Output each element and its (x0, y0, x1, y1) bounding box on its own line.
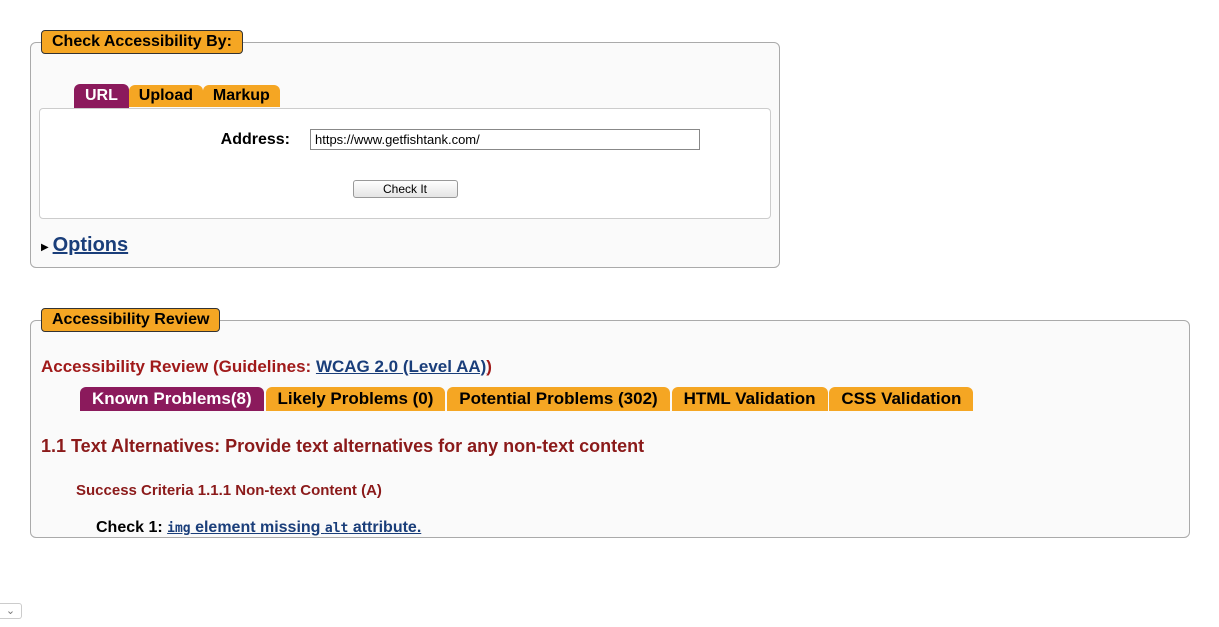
address-input[interactable] (310, 129, 700, 150)
chevron-down-icon[interactable]: ⌄ (0, 603, 22, 619)
url-tab-panel: Address: Check It (39, 108, 771, 219)
check-line: Check 1: img element missing alt attribu… (96, 519, 1189, 537)
check-it-button[interactable]: Check It (353, 180, 458, 198)
tab-upload[interactable]: Upload (129, 85, 203, 107)
options-link[interactable]: Options (53, 234, 129, 256)
tab-url[interactable]: URL (74, 84, 129, 108)
accessibility-review-fieldset: Accessibility Review Accessibility Revie… (30, 308, 1190, 538)
tab-html-validation[interactable]: HTML Validation (672, 387, 828, 411)
tab-known-problems[interactable]: Known Problems(8) (80, 387, 264, 411)
review-header: Accessibility Review (Guidelines: WCAG 2… (41, 357, 1189, 377)
check-accessibility-fieldset: Check Accessibility By: URL Upload Marku… (30, 30, 780, 268)
options-row: ▶ Options (31, 234, 779, 267)
review-tabs: Known Problems(8) Likely Problems (0) Po… (81, 387, 1189, 411)
tab-markup[interactable]: Markup (203, 85, 280, 107)
expand-triangle-icon[interactable]: ▶ (41, 242, 49, 253)
check-label: Check 1: (96, 519, 167, 536)
address-row: Address: (48, 129, 762, 150)
check-legend: Check Accessibility By: (41, 30, 243, 54)
section-heading: 1.1 Text Alternatives: Provide text alte… (41, 436, 661, 457)
address-label: Address: (110, 131, 310, 149)
success-criteria: Success Criteria 1.1.1 Non-text Content … (76, 482, 1189, 499)
check-link[interactable]: img element missing alt attribute. (167, 519, 421, 536)
tab-likely-problems[interactable]: Likely Problems (0) (266, 387, 446, 411)
tab-css-validation[interactable]: CSS Validation (829, 387, 973, 411)
guidelines-link[interactable]: WCAG 2.0 (Level AA) (316, 357, 486, 376)
tab-potential-problems[interactable]: Potential Problems (302) (447, 387, 669, 411)
input-method-tabs: URL Upload Markup (76, 84, 779, 108)
review-legend: Accessibility Review (41, 308, 220, 332)
